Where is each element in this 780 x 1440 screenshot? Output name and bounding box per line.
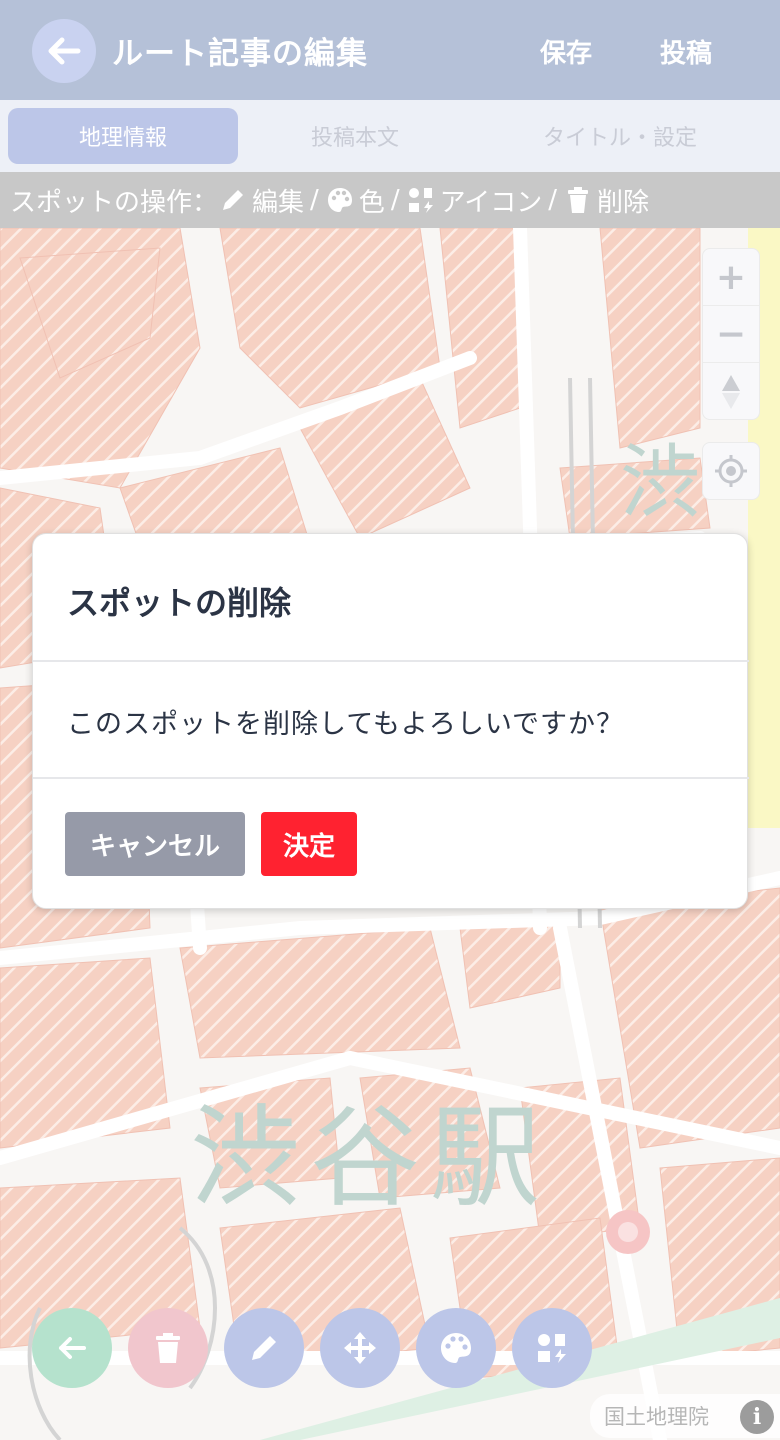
trash-icon — [568, 187, 589, 213]
delete-spot-dialog: スポットの削除 このスポットを削除してもよろしいですか？ キャンセル 決定 — [32, 533, 749, 909]
map-edit-button[interactable] — [224, 1308, 304, 1388]
dialog-title: スポットの削除 — [67, 584, 292, 622]
arrow-left-icon — [59, 1337, 86, 1359]
pencil-icon — [223, 190, 244, 210]
spot-ops-bar: スポットの操作： 編集 / 色 / アイコン / 削除 — [0, 172, 780, 228]
dialog-divider — [33, 777, 749, 779]
back-button[interactable] — [32, 19, 96, 83]
arrow-left-icon — [48, 37, 81, 65]
palette-icon — [327, 188, 352, 212]
ops-separator: / — [548, 185, 558, 215]
palette-icon — [441, 1333, 471, 1363]
op-delete: 削除 — [563, 182, 649, 219]
save-button[interactable]: 保存 — [540, 33, 592, 70]
tab-geo-info[interactable]: 地理情報 — [8, 108, 238, 164]
tab-post-body[interactable]: 投稿本文 — [240, 108, 470, 164]
op-icon: アイコン — [406, 182, 543, 219]
info-icon[interactable]: i — [740, 1400, 774, 1434]
ops-prefix: スポットの操作： — [10, 187, 219, 218]
map-color-button[interactable] — [416, 1308, 496, 1388]
attribution-text: 国土地理院 — [604, 1405, 709, 1429]
pencil-icon — [252, 1336, 276, 1360]
map-attribution: 国土地理院 i — [590, 1394, 780, 1438]
op-color-label: 色 — [358, 187, 385, 218]
op-color: 色 — [325, 182, 385, 219]
map-back-button[interactable] — [32, 1308, 112, 1388]
map-icon-button[interactable] — [512, 1308, 592, 1388]
app-header: ルート記事の編集 保存 投稿 — [0, 0, 780, 100]
post-button[interactable]: 投稿 — [660, 33, 712, 70]
move-icon — [344, 1332, 376, 1364]
dialog-divider — [33, 660, 749, 662]
op-icon-label: アイコン — [439, 187, 543, 218]
icons-icon — [538, 1334, 566, 1363]
tab-title-settings[interactable]: タイトル・設定 — [490, 108, 750, 164]
dialog-message: このスポットを削除してもよろしいですか？ — [67, 709, 625, 740]
tab-bar: 地理情報 投稿本文 タイトル・設定 — [0, 100, 780, 172]
trash-icon — [156, 1333, 180, 1363]
ops-separator: / — [310, 185, 319, 215]
confirm-button[interactable]: 決定 — [261, 812, 357, 876]
ops-separator: / — [390, 185, 400, 215]
map-move-button[interactable] — [320, 1308, 400, 1388]
cancel-button[interactable]: キャンセル — [65, 812, 245, 876]
op-delete-label: 削除 — [597, 187, 650, 218]
op-edit: 編集 — [218, 182, 304, 219]
map-delete-button[interactable] — [128, 1308, 208, 1388]
page-title: ルート記事の編集 — [112, 36, 368, 72]
op-edit-label: 編集 — [252, 187, 305, 218]
icons-icon — [408, 188, 433, 213]
